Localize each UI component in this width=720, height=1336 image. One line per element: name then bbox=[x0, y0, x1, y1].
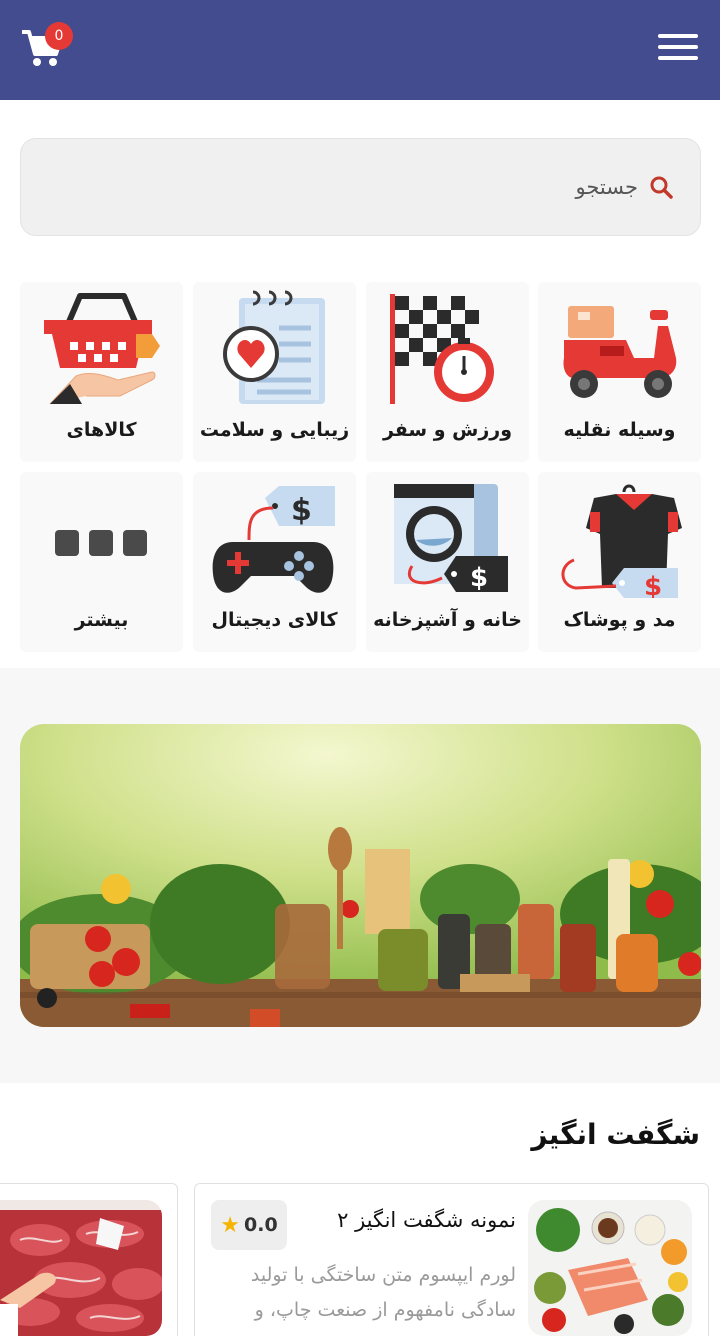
category-home-kitchen[interactable]: $ خانه و آشپزخانه bbox=[366, 472, 529, 652]
washing-machine-icon: $ bbox=[394, 484, 508, 593]
vegetables-groceries-banner[interactable] bbox=[20, 724, 701, 1027]
top-bar: 0 bbox=[0, 0, 720, 100]
hamburger-menu-icon[interactable] bbox=[658, 34, 698, 66]
category-goods[interactable]: کالاهای bbox=[20, 282, 183, 462]
star-icon: ★ bbox=[220, 1212, 241, 1238]
category-vehicle[interactable]: وسیله نقلیه bbox=[538, 282, 701, 462]
healthy-food-bowls-image bbox=[528, 1200, 692, 1336]
category-label: مد و پوشاک bbox=[563, 609, 676, 631]
svg-text:$: $ bbox=[644, 572, 662, 598]
category-fashion[interactable]: $ مد و پوشاک bbox=[538, 472, 701, 652]
shirt-price-tag-icon: $ bbox=[561, 484, 682, 598]
search-icon bbox=[650, 176, 673, 199]
category-label: ورزش و سفر bbox=[382, 419, 513, 441]
carousel-indicator-dot[interactable] bbox=[37, 988, 57, 1008]
gamepad-icon: $ bbox=[212, 486, 335, 593]
category-beauty-health[interactable]: زیبایی و سلامت bbox=[193, 282, 356, 462]
cart-count-badge: 0 bbox=[45, 22, 73, 50]
svg-text:$: $ bbox=[291, 493, 312, 528]
category-more[interactable]: بیشتر bbox=[20, 472, 183, 652]
rating-badge: ★ 0.0 bbox=[211, 1200, 287, 1250]
raw-meat-market-image bbox=[0, 1200, 162, 1336]
section-title: شگفت انگیز bbox=[531, 1118, 700, 1151]
category-digital-goods[interactable]: $ کالای دیجیتال bbox=[193, 472, 356, 652]
category-label: بیشتر bbox=[74, 609, 129, 631]
race-flag-clock-icon bbox=[390, 294, 494, 404]
health-notepad-icon bbox=[223, 290, 325, 404]
product-title: نمونه شگفت انگیز ۲ bbox=[337, 1208, 516, 1232]
scooter-icon bbox=[563, 306, 677, 398]
category-label: زیبایی و سلامت bbox=[199, 419, 350, 441]
category-label: خانه و آشپزخانه bbox=[373, 609, 522, 631]
shopping-basket-icon bbox=[44, 293, 160, 405]
category-label: وسیله نقلیه bbox=[563, 419, 676, 441]
category-sports-travel[interactable]: ورزش و سفر bbox=[366, 282, 529, 462]
category-label: کالای دیجیتال bbox=[211, 609, 338, 631]
rating-value: 0.0 bbox=[244, 1214, 278, 1236]
svg-text:$: $ bbox=[470, 563, 488, 593]
search-bar[interactable] bbox=[20, 138, 701, 236]
more-dots-icon bbox=[55, 530, 147, 556]
category-label: کالاهای bbox=[66, 419, 137, 441]
product-description: لورم ایپسوم متن ساختگی با تولید سادگی نا… bbox=[250, 1264, 516, 1321]
search-input[interactable] bbox=[138, 175, 638, 199]
